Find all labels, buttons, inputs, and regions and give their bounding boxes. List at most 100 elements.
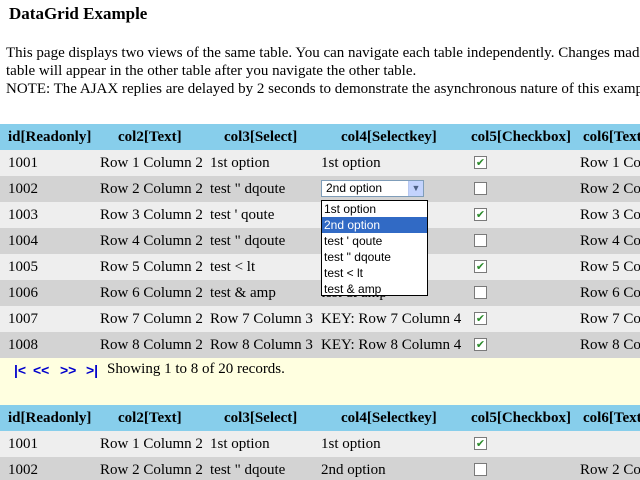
table-row: 1008 Row 8 Column 2 Row 8 Column 3 KEY: Row… (0, 332, 640, 358)
cell-col2[interactable]: Row 7 Column 2 (100, 306, 203, 332)
cell-col2[interactable]: Row 4 Column 2 (100, 228, 203, 254)
cell-col2[interactable]: Row 2 Column 2 (100, 457, 203, 480)
table-row: 1007 Row 7 Column 2 Row 7 Column 3 KEY: Row… (0, 306, 640, 332)
cell-col2[interactable]: Row 1 Column 2 (100, 150, 203, 176)
column-header[interactable]: col6[Text] (583, 405, 640, 431)
select-option[interactable]: test " dqoute (322, 249, 427, 265)
pager-prev-button[interactable]: << (33, 362, 49, 378)
cell-col6[interactable]: Row 8 Column 6 (580, 332, 640, 358)
select-dropdown-list: 1st option 2nd option test ' qoute test " d… (321, 200, 428, 296)
table-row: 1006 Row 6 Column 2 test & amp test & amp Ro… (0, 280, 640, 306)
cell-col6[interactable]: Row 1 Column 6 (580, 150, 640, 176)
cell-col3[interactable]: Row 7 Column 3 (210, 306, 313, 332)
checkbox[interactable]: ✔ (474, 338, 487, 351)
select-option[interactable]: test & amp (322, 281, 427, 297)
cell-col6[interactable]: Row 2 Column 6 (580, 176, 640, 202)
cell-id: 1001 (8, 436, 38, 452)
checkbox[interactable]: ✔ (474, 437, 487, 450)
checkbox[interactable] (474, 182, 487, 195)
checkbox[interactable] (474, 463, 487, 476)
cell-col3[interactable]: Row 8 Column 3 (210, 332, 313, 358)
column-header[interactable]: col4[Selectkey] (341, 405, 437, 431)
intro-line-1: This page displays two views of the same… (6, 45, 640, 61)
intro-line-3: NOTE: The AJAX replies are delayed by 2 … (6, 81, 640, 97)
column-header[interactable]: col4[Selectkey] (341, 124, 437, 150)
pager-first-button[interactable]: |< (14, 362, 26, 378)
pager-bar: |< << >> >| Showing 1 to 8 of 20 records. (0, 358, 640, 408)
column-header[interactable]: id[Readonly] (8, 405, 91, 431)
cell-col3[interactable]: test & amp (210, 280, 276, 306)
col4-select-editor[interactable]: 2nd option ▼ (321, 180, 424, 197)
cell-col2[interactable]: Row 6 Column 2 (100, 280, 203, 306)
cell-col4[interactable]: 1st option (321, 431, 381, 457)
cell-col3[interactable]: test " dqoute (210, 457, 285, 480)
cell-id: 1002 (8, 462, 38, 478)
cell-id: 1004 (8, 233, 38, 249)
checkbox[interactable] (474, 234, 487, 247)
pager-status: Showing 1 to 8 of 20 records. (107, 361, 285, 377)
cell-col6[interactable]: Row 5 Column 6 (580, 254, 640, 280)
checkbox[interactable]: ✔ (474, 260, 487, 273)
cell-id: 1005 (8, 259, 38, 275)
table-row: 1001 Row 1 Column 2 1st option 1st option ✔ R… (0, 150, 640, 176)
pager-last-button[interactable]: >| (86, 362, 98, 378)
table-row: 1002 Row 2 Column 2 test " dqoute 2nd optio… (0, 457, 640, 480)
cell-col3[interactable]: test ' qoute (210, 202, 274, 228)
cell-col4[interactable]: 1st option (321, 150, 381, 176)
column-header[interactable]: col2[Text] (118, 124, 182, 150)
cell-col6[interactable]: Row 3 Column 6 (580, 202, 640, 228)
cell-id: 1006 (8, 285, 38, 301)
checkbox[interactable]: ✔ (474, 312, 487, 325)
cell-id: 1008 (8, 337, 38, 353)
table-header-row: id[Readonly] col2[Text] col3[Select] col4[S… (0, 405, 640, 431)
pager-next-button[interactable]: >> (60, 362, 76, 378)
chevron-down-icon[interactable]: ▼ (408, 181, 423, 196)
table-row: 1002 Row 2 Column 2 test " dqoute Row 2 Col… (0, 176, 640, 202)
table-row: 1005 Row 5 Column 2 test < lt ✔ Row 5 Column… (0, 254, 640, 280)
column-header[interactable]: id[Readonly] (8, 124, 91, 150)
table-row: 1003 Row 3 Column 2 test ' qoute ✔ Row 3 Col… (0, 202, 640, 228)
table-header-row: id[Readonly] col2[Text] col3[Select] col4[S… (0, 124, 640, 150)
column-header[interactable]: col5[Checkbox] (471, 405, 571, 431)
cell-id: 1003 (8, 207, 38, 223)
cell-col3[interactable]: 1st option (210, 150, 270, 176)
cell-col6[interactable]: Row 6 Column 6 (580, 280, 640, 306)
cell-col4[interactable]: KEY: Row 8 Column 4 (321, 332, 461, 358)
select-option[interactable]: 2nd option (322, 217, 427, 233)
cell-id: 1002 (8, 181, 38, 197)
checkbox[interactable]: ✔ (474, 156, 487, 169)
column-header[interactable]: col3[Select] (224, 124, 297, 150)
cell-col2[interactable]: Row 5 Column 2 (100, 254, 203, 280)
cell-col3[interactable]: test < lt (210, 254, 255, 280)
cell-id: 1007 (8, 311, 38, 327)
select-option[interactable]: test < lt (322, 265, 427, 281)
cell-col3[interactable]: test " dqoute (210, 176, 285, 202)
select-option[interactable]: 1st option (322, 201, 427, 217)
page: DataGrid Example This page displays two … (0, 0, 640, 480)
cell-col4[interactable]: 2nd option (321, 457, 386, 480)
cell-col2[interactable]: Row 3 Column 2 (100, 202, 203, 228)
column-header[interactable]: col6[Text] (583, 124, 640, 150)
cell-id: 1001 (8, 155, 38, 171)
select-option[interactable]: test ' qoute (322, 233, 427, 249)
table-row: 1004 Row 4 Column 2 test " dqoute Row 4 Col… (0, 228, 640, 254)
column-header[interactable]: col2[Text] (118, 405, 182, 431)
cell-col3[interactable]: test " dqoute (210, 228, 285, 254)
checkbox[interactable] (474, 286, 487, 299)
cell-col4[interactable]: KEY: Row 7 Column 4 (321, 306, 461, 332)
column-header[interactable]: col5[Checkbox] (471, 124, 571, 150)
cell-col6[interactable]: Row 7 Column 6 (580, 306, 640, 332)
cell-col2[interactable]: Row 1 Column 2 (100, 431, 203, 457)
cell-col2[interactable]: Row 2 Column 2 (100, 176, 203, 202)
table-row: 1001 Row 1 Column 2 1st option 1st option ✔ (0, 431, 640, 457)
cell-col3[interactable]: 1st option (210, 431, 270, 457)
intro-line-2: table will appear in the other table aft… (6, 63, 417, 79)
cell-col6[interactable]: Row 2 Column 6 (580, 457, 640, 480)
select-value: 2nd option (326, 181, 383, 195)
cell-col6[interactable]: Row 4 Column 6 (580, 228, 640, 254)
checkbox[interactable]: ✔ (474, 208, 487, 221)
cell-col2[interactable]: Row 8 Column 2 (100, 332, 203, 358)
intro-text: This page displays two views of the same… (6, 44, 640, 98)
column-header[interactable]: col3[Select] (224, 405, 297, 431)
page-title: DataGrid Example (9, 4, 148, 23)
